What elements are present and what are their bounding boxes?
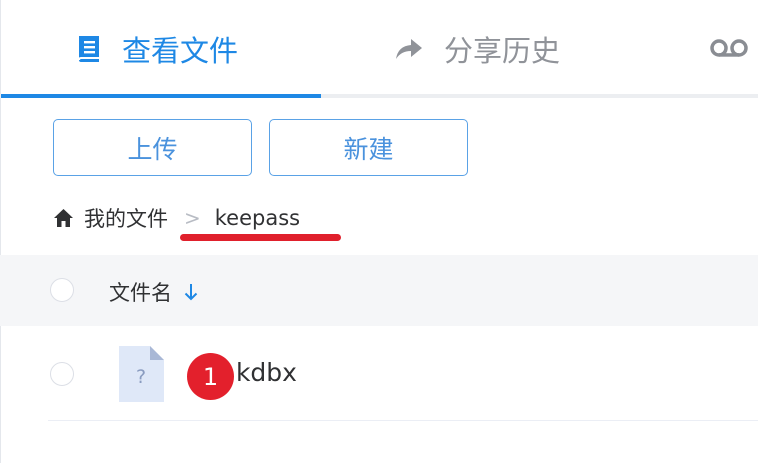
breadcrumb: 我的文件 > keepass (53, 203, 300, 233)
column-header-name-label: 文件名 (109, 281, 172, 305)
breadcrumb-separator: > (184, 206, 201, 230)
unknown-file-icon: ? (118, 346, 164, 402)
arrow-down-icon[interactable] (184, 283, 198, 301)
tab-share-history[interactable]: 分享历史 (394, 24, 560, 74)
table-row[interactable]: ? .kdbx 1 (0, 326, 758, 421)
tab-view-files[interactable]: 查看文件 (74, 24, 238, 74)
breadcrumb-root[interactable]: 我的文件 (84, 203, 168, 233)
voicemail-icon[interactable] (710, 36, 748, 60)
tab-share-history-label: 分享历史 (444, 34, 561, 68)
file-name[interactable]: .kdbx (228, 358, 297, 387)
row-checkbox[interactable] (50, 362, 74, 386)
row-divider (48, 420, 758, 421)
annotation-badge: 1 (187, 353, 234, 400)
new-button[interactable]: 新建 (269, 119, 468, 176)
svg-text:?: ? (136, 366, 146, 388)
annotation-underline (180, 234, 341, 241)
share-arrow-icon (394, 34, 424, 64)
breadcrumb-current: keepass (214, 206, 301, 230)
table-header: 文件名 (0, 255, 758, 326)
home-icon[interactable] (53, 208, 74, 228)
tab-view-files-label: 查看文件 (122, 34, 239, 68)
upload-button[interactable]: 上传 (53, 119, 252, 176)
column-header-name[interactable]: 文件名 (109, 277, 198, 307)
document-icon (74, 34, 104, 64)
tab-bar: 查看文件 分享历史 (0, 0, 758, 98)
active-tab-indicator (1, 94, 321, 98)
select-all-checkbox[interactable] (50, 278, 74, 302)
